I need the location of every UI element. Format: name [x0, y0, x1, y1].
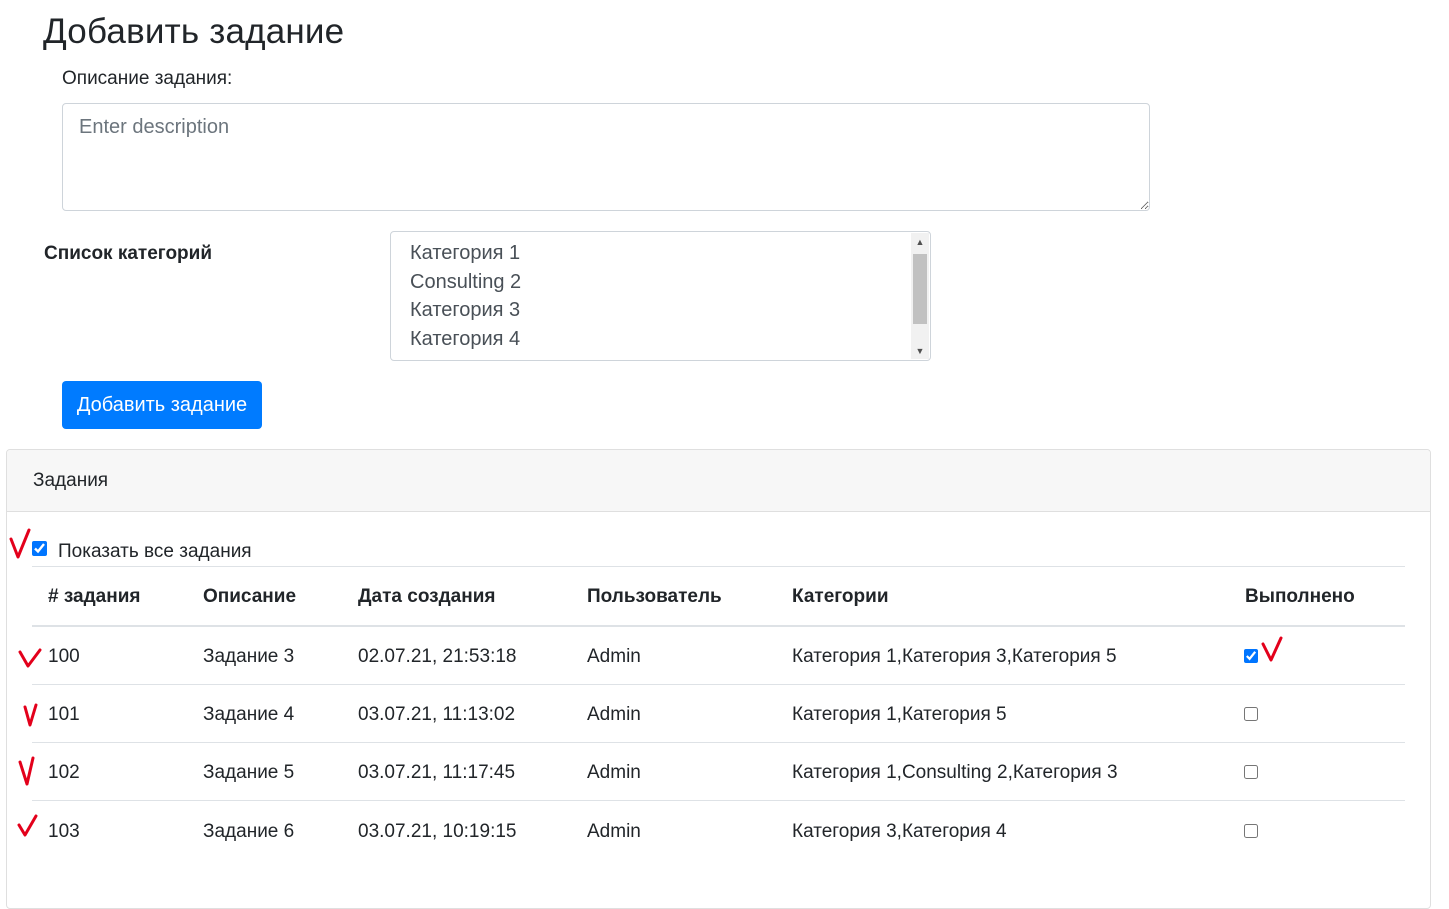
categories-listbox[interactable]: Категория 1 Consulting 2 Категория 3 Кат…: [390, 231, 931, 361]
column-header-done: Выполнено: [1245, 586, 1355, 607]
cell-user: Admin: [587, 762, 641, 783]
cell-categories: Категория 1,Consulting 2,Категория 3: [792, 762, 1118, 783]
cell-user: Admin: [587, 704, 641, 725]
red-checkmark-icon: [17, 814, 38, 837]
show-all-checkbox[interactable]: [32, 541, 47, 556]
cell-id: 101: [48, 704, 80, 725]
column-header-categories: Категории: [792, 586, 889, 607]
cell-description: Задание 6: [203, 821, 295, 842]
category-option[interactable]: Категория 4: [410, 328, 520, 351]
column-header-user: Пользователь: [587, 586, 722, 607]
category-option[interactable]: Consulting 2: [410, 271, 521, 294]
table-divider: [32, 566, 1405, 567]
description-input[interactable]: [62, 103, 1150, 211]
red-checkmark-icon: [18, 648, 42, 668]
category-option[interactable]: Категория 1: [410, 242, 520, 265]
done-checkbox[interactable]: [1244, 707, 1258, 721]
description-label: Описание задания:: [62, 68, 233, 89]
cell-categories: Категория 3,Категория 4: [792, 821, 1007, 842]
done-checkbox[interactable]: [1244, 765, 1258, 779]
cell-categories: Категория 1,Категория 5: [792, 704, 1007, 725]
table-header-divider: [32, 625, 1405, 627]
categories-label: Список категорий: [44, 243, 213, 264]
scroll-down-arrow-icon[interactable]: ▼: [911, 343, 929, 359]
categories-scrollbar[interactable]: ▲ ▼: [911, 233, 929, 359]
cell-user: Admin: [587, 821, 641, 842]
cell-created: 03.07.21, 10:19:15: [358, 821, 517, 842]
red-checkmark-icon: [1261, 636, 1283, 662]
column-header-id: # задания: [48, 586, 141, 607]
column-header-created: Дата создания: [358, 586, 496, 607]
cell-created: 03.07.21, 11:17:45: [358, 762, 516, 783]
cell-description: Задание 3: [203, 646, 295, 667]
cell-description: Задание 5: [203, 762, 295, 783]
scroll-thumb[interactable]: [913, 254, 927, 324]
tasks-card-header: Задания: [7, 450, 1430, 512]
scroll-up-arrow-icon[interactable]: ▲: [911, 234, 929, 250]
show-all-label[interactable]: Показать все задания: [58, 541, 252, 563]
done-checkbox[interactable]: [1244, 649, 1258, 663]
cell-user: Admin: [587, 646, 641, 667]
cell-id: 103: [48, 821, 80, 842]
cell-description: Задание 4: [203, 704, 295, 725]
cell-id: 100: [48, 646, 80, 667]
page-title: Добавить задание: [43, 12, 345, 51]
category-option[interactable]: Категория 3: [410, 299, 520, 322]
done-checkbox[interactable]: [1244, 824, 1258, 838]
red-checkmark-icon: [18, 756, 35, 786]
cell-categories: Категория 1,Категория 3,Категория 5: [792, 646, 1117, 667]
tasks-card-title: Задания: [33, 470, 109, 491]
cell-id: 102: [48, 762, 80, 783]
row-divider: [32, 684, 1405, 685]
column-header-description: Описание: [203, 586, 297, 607]
row-divider: [32, 742, 1405, 743]
cell-created: 02.07.21, 21:53:18: [358, 646, 517, 667]
row-divider: [32, 800, 1405, 801]
add-task-button[interactable]: Добавить задание: [62, 381, 262, 429]
cell-created: 03.07.21, 11:13:02: [358, 704, 516, 725]
